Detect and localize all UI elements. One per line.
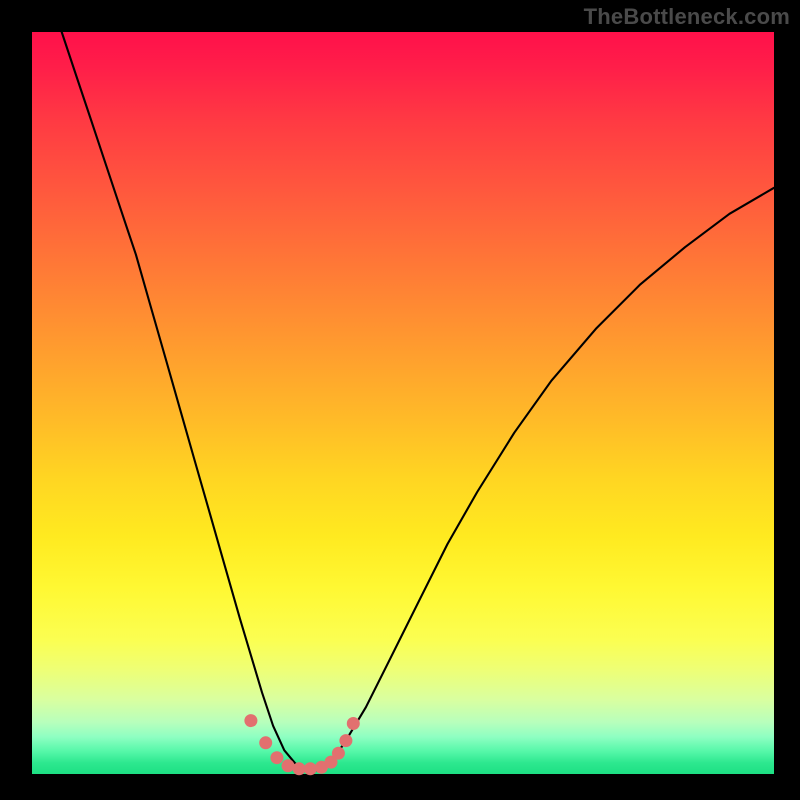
curve-marker bbox=[259, 736, 272, 749]
curve-marker bbox=[244, 714, 257, 727]
chart-svg bbox=[0, 0, 800, 800]
curve-marker bbox=[339, 734, 352, 747]
curve-marker bbox=[270, 751, 283, 764]
chart-frame: TheBottleneck.com bbox=[0, 0, 800, 800]
curve-markers bbox=[244, 714, 359, 775]
curve-marker bbox=[304, 762, 317, 775]
curve-marker bbox=[332, 747, 345, 760]
curve-marker bbox=[293, 762, 306, 775]
curve-marker bbox=[282, 759, 295, 772]
bottleneck-curve-path bbox=[62, 32, 774, 771]
curve-marker bbox=[347, 717, 360, 730]
